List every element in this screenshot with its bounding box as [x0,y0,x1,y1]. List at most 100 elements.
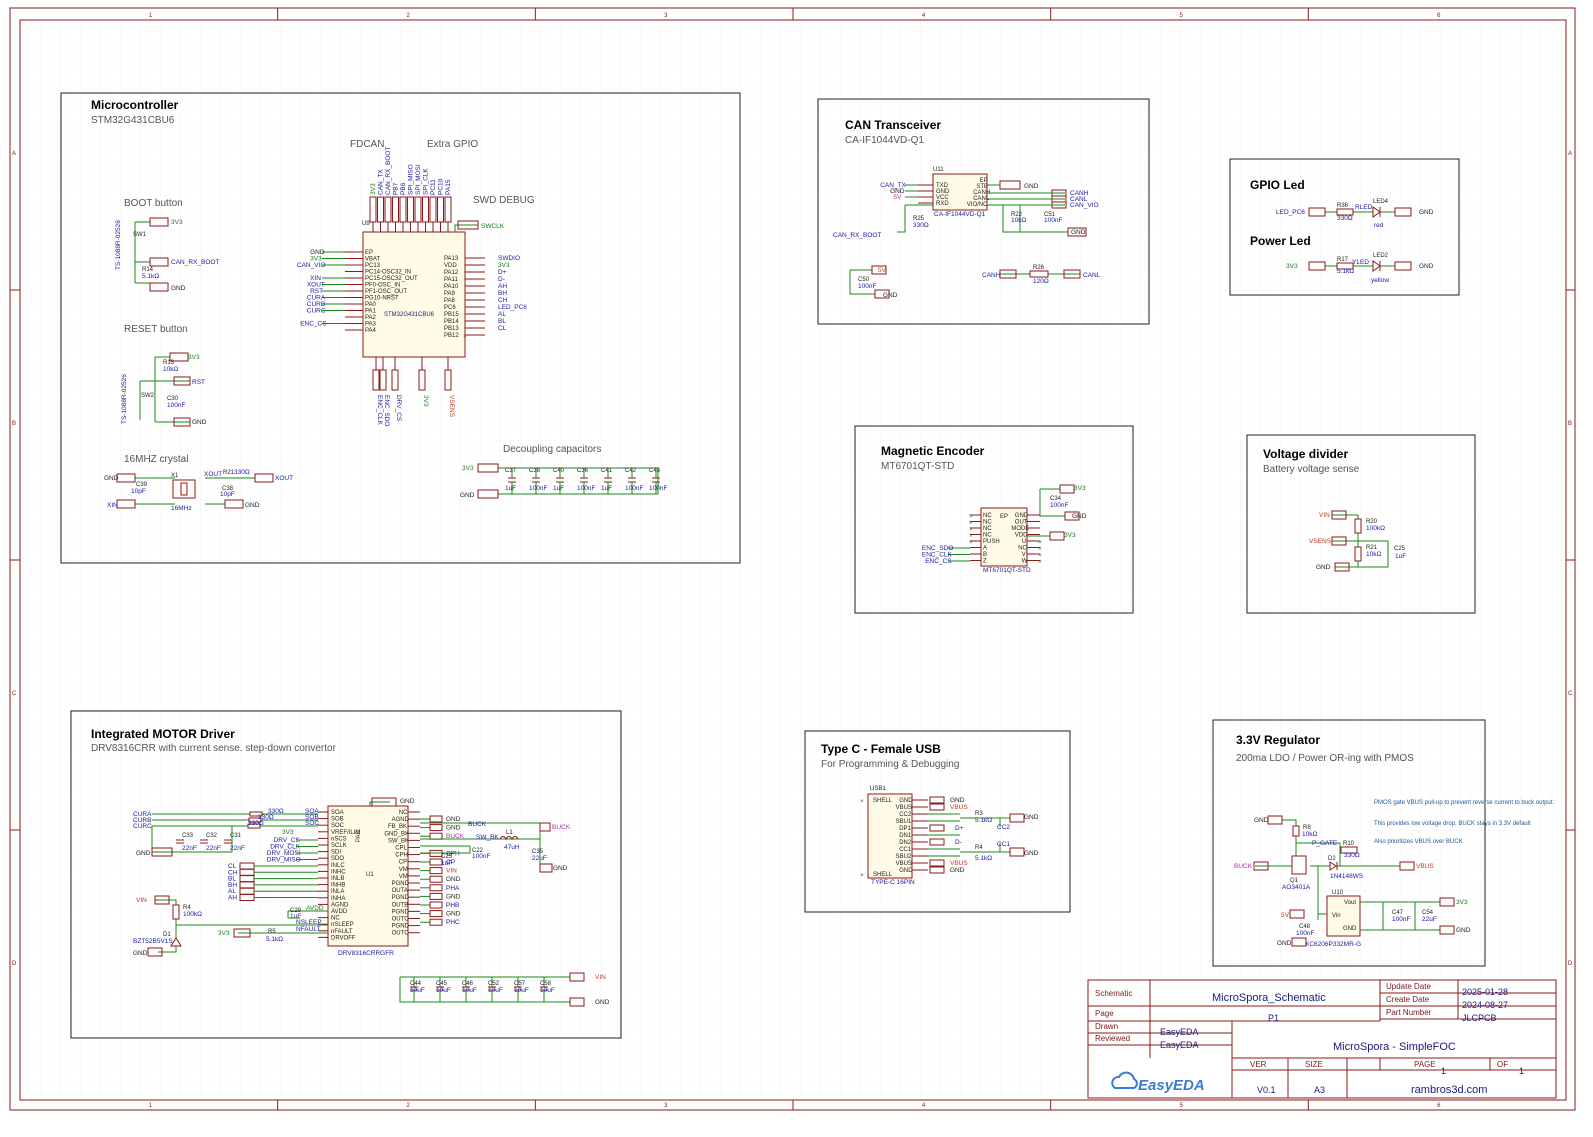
svg-text:C25: C25 [1394,546,1406,552]
mcu-net-label: BL [498,318,506,325]
svg-text:Magnetic Encoder: Magnetic Encoder [881,444,985,458]
usb-pin-label: GND [899,868,913,874]
no-connect: × [463,333,467,340]
drv-net-label: 3V3 [282,829,294,836]
mcu-net-label: ENC_CS [300,321,327,328]
svg-text:100nF: 100nF [472,853,490,860]
drv-pin-label: AGND [331,902,349,908]
drv-pin-label: CPL [395,846,407,852]
svg-text:10kΩ: 10kΩ [163,366,178,373]
svg-text:10pF: 10pF [220,491,235,498]
svg-text:CA-IF1044VD-Q1: CA-IF1044VD-Q1 [845,135,924,146]
svg-text:GND: GND [1419,263,1434,270]
can-pin-label: RXD [936,201,949,207]
svg-text:CAN_RX_BOOT: CAN_RX_BOOT [833,232,881,239]
no-connect: × [1038,559,1042,566]
cap-ref: C33 [182,833,194,839]
drv-pin-label: INHB [331,883,345,889]
cap-value: 10uF [436,987,451,994]
cap-value: 100nF [649,485,667,492]
drv-pin-label: SOB [331,817,344,823]
svg-text:Vout: Vout [1344,900,1356,906]
svg-text:2024-08-27: 2024-08-27 [1462,1000,1508,1010]
enc-pin-label: NC [1018,546,1027,552]
svg-text:GND: GND [104,475,119,482]
enc-pin-label: W [1022,559,1028,565]
svg-text:330Ω: 330Ω [1337,215,1353,222]
enc-pin-label: NC [983,526,992,532]
usb-pin-label: DN2 [899,840,912,846]
svg-text:BUCK: BUCK [1234,863,1253,870]
svg-text:GND: GND [192,419,207,426]
svg-text:XOUT: XOUT [204,471,222,478]
enc-net-label: ENC_CS [925,558,952,565]
mcu-net-label: AL [498,311,506,318]
svg-text:U11: U11 [933,167,944,173]
svg-text:R36: R36 [1337,203,1349,209]
svg-text:CC2: CC2 [997,824,1010,831]
mcu-pin-label: PG10-NRST [365,296,399,302]
usb-pin-label: SHELL [873,872,893,878]
drv-pin-label: DRVOFF [331,935,356,941]
drv-pin-label: OUTB [392,902,409,908]
svg-text:1: 1 [1441,1066,1446,1076]
svg-text:2025-01-28: 2025-01-28 [1462,987,1508,997]
svg-text:1uF: 1uF [441,860,452,867]
mcu-pin-label: PC14-OSC32_IN [365,270,411,276]
svg-text:U10: U10 [1332,890,1344,896]
drv-pin-label: FB_BK [388,824,407,830]
enc-pin-label: Z [983,559,987,565]
svg-text:R10: R10 [1343,841,1355,847]
svg-text:3V3: 3V3 [1064,532,1076,539]
mcu-pin-label: VBAT [365,257,381,263]
enc-pin-label: A [983,546,987,552]
svg-text:RST: RST [192,379,205,386]
mcu-net-label: PB6 [400,182,407,195]
cap-ref: C38 [529,468,541,474]
mcu-net-label: VSENS [448,395,455,418]
enc-pin-label: PUSH [983,539,1000,545]
svg-text:1N4148WS: 1N4148WS [1330,873,1364,880]
usb-net-label: VBUS [950,804,968,811]
svg-text:Drawn: Drawn [1095,1022,1118,1031]
svg-text:5V: 5V [878,267,887,274]
mcu-pin-label: VDD [444,263,457,269]
drv-net-label: PHC [446,919,460,926]
svg-text:5V: 5V [1281,912,1290,919]
drv-pin-label: INLC [331,863,345,869]
svg-text:D2: D2 [1328,856,1336,862]
mcu-net-label: ENC_CLK [376,395,383,426]
svg-text:LED_PC6: LED_PC6 [1276,209,1305,216]
cap-value: 10uF [410,987,425,994]
svg-text:CC1: CC1 [997,841,1010,848]
enc-pin-label: V [1022,552,1026,558]
svg-text:EP: EP [1000,514,1008,520]
svg-text:R4: R4 [975,845,983,851]
usb-pin-label: SBU1 [896,819,912,825]
svg-text:GND: GND [553,865,568,872]
mcu-pin-label: PA12 [444,270,459,276]
mcu-net-label: ENC_SDO [383,395,390,426]
svg-text:GND: GND [1343,926,1357,932]
svg-text:VIN: VIN [1319,512,1330,519]
svg-text:Battery voltage sense: Battery voltage sense [1263,464,1360,475]
mcu-pin-label: EP [365,250,373,256]
svg-text:GPIO Led: GPIO Led [1250,178,1305,192]
svg-text:PMOS gate VBUS pull-up to prev: PMOS gate VBUS pull-up to prevent revers… [1374,800,1554,806]
mcu-pin-label: PB15 [444,312,459,318]
drv-pin-label: CPH [395,853,408,859]
svg-text:R17: R17 [1337,257,1349,263]
svg-text:100nF: 100nF [1296,930,1314,937]
svg-text:Integrated MOTOR Driver: Integrated MOTOR Driver [91,727,235,741]
usb-pin-label: VBUS [896,861,912,867]
svg-text:GND: GND [595,999,610,1006]
drv-net-label: SOC [305,820,319,827]
svg-text:GND: GND [1071,229,1086,236]
drv-pin-label: nFAULT [331,929,353,935]
mcu-pin-label: PA4 [365,328,377,334]
svg-text:100kΩ: 100kΩ [183,911,202,918]
mcu-pin-label: PC13 [365,263,381,269]
svg-text:Update Date: Update Date [1386,982,1431,991]
drv-pin-label: SDI [331,850,341,856]
svg-text:V0.1: V0.1 [1257,1085,1276,1095]
